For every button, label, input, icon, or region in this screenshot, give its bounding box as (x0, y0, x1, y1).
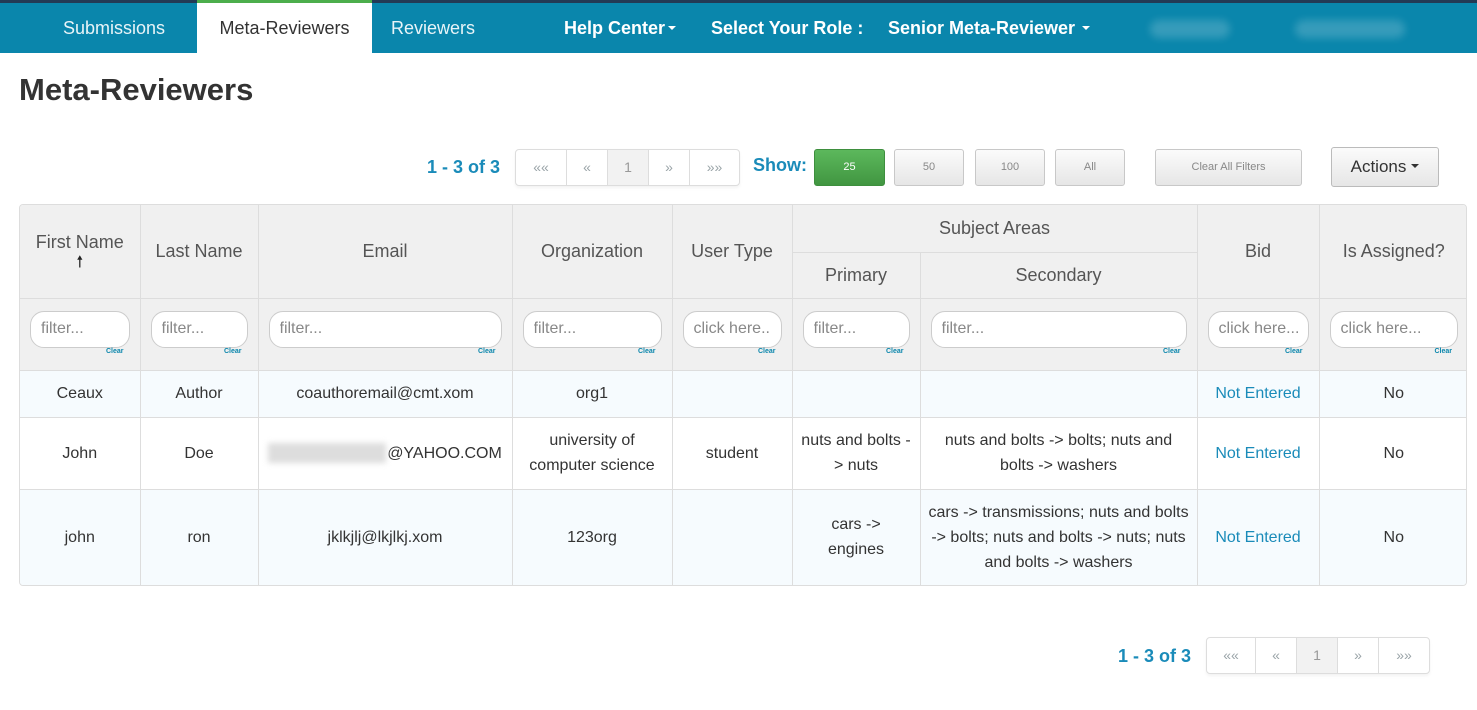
cell-organization: org1 (511, 369, 673, 418)
cell-organization: 123org (511, 488, 673, 585)
sort-ascending-icon: 🠕 (76, 253, 84, 271)
page-1-button[interactable]: 1 (608, 150, 649, 185)
top-navbar: Submissions Meta-Reviewers Reviewers Hel… (0, 0, 1477, 53)
help-center-label: Help Center (564, 18, 666, 38)
cell-primary: nuts and bolts -> nuts (791, 416, 921, 490)
cell-bid: Not Entered (1196, 488, 1320, 585)
page-1-button[interactable]: 1 (1297, 638, 1338, 673)
prev-page-button[interactable]: « (567, 150, 608, 185)
filter-row: Clear Clear Clear Clear Clear Clear Clea… (20, 297, 1466, 371)
cell-secondary: nuts and bolts -> bolts; nuts and bolts … (919, 416, 1198, 490)
actions-label: Actions (1350, 157, 1407, 176)
show-label: Show: (753, 155, 807, 175)
clear-filter-link[interactable]: Clear (1163, 339, 1181, 364)
column-header-bid[interactable]: Bid (1196, 205, 1320, 299)
next-page-button[interactable]: » (1338, 638, 1379, 673)
cell-organization: university of computer science (511, 416, 673, 490)
cell-bid: Not Entered (1196, 369, 1320, 418)
caret-down-icon (1082, 25, 1091, 30)
pagination-bottom: «« « 1 » »» (1206, 637, 1430, 674)
column-header-secondary[interactable]: Secondary (919, 251, 1198, 299)
clear-filter-link[interactable]: Clear (1285, 339, 1303, 364)
page-title: Meta-Reviewers (19, 72, 254, 107)
last-page-button[interactable]: »» (690, 150, 739, 185)
first-page-button[interactable]: «« (516, 150, 567, 185)
cell-first-name: Ceaux (20, 369, 141, 418)
table-row[interactable]: John Doe @YAHOO.COM university of comput… (20, 416, 1466, 490)
redacted-email-part (268, 443, 387, 464)
caret-down-icon (1411, 164, 1420, 169)
next-page-button[interactable]: » (649, 150, 690, 185)
table-row[interactable]: Ceaux Author coauthoremail@cmt.xom org1 … (20, 369, 1466, 418)
cell-secondary: cars -> transmissions; nuts and bolts ->… (919, 488, 1198, 585)
cell-first-name: john (20, 488, 141, 585)
first-page-button[interactable]: «« (1207, 638, 1256, 673)
clear-filter-link[interactable]: Clear (106, 339, 124, 364)
bid-link[interactable]: Not Entered (1215, 445, 1300, 462)
email-filter-input[interactable] (268, 310, 502, 348)
meta-reviewers-table: First Name 🠕 Last Name Email Organizatio… (19, 204, 1467, 586)
clear-filter-link[interactable]: Clear (638, 339, 656, 364)
column-group-subject-areas: Subject Areas (791, 205, 1198, 253)
cell-primary (791, 369, 921, 418)
nav-tab-submissions[interactable]: Submissions (63, 3, 165, 53)
caret-down-icon (668, 25, 677, 30)
page-size-100-button[interactable]: 100 (975, 149, 1045, 186)
cell-is-assigned: No (1318, 488, 1466, 585)
role-label: Select Your Role : (711, 18, 864, 38)
clear-filter-link[interactable]: Clear (478, 339, 496, 364)
nav-tab-reviewers[interactable]: Reviewers (391, 3, 475, 53)
cell-email: @YAHOO.COM (257, 416, 513, 490)
role-value: Senior Meta-Reviewer (888, 18, 1076, 38)
cell-user-type (671, 488, 793, 585)
column-header-is-assigned[interactable]: Is Assigned? (1318, 205, 1466, 299)
cell-is-assigned: No (1318, 369, 1466, 418)
clear-all-filters-button[interactable]: Clear All Filters (1155, 149, 1302, 186)
header-label: First Name (35, 231, 124, 252)
cell-primary: cars -> engines (791, 488, 921, 585)
pagination-top: «« « 1 » »» (515, 149, 740, 186)
cell-email: coauthoremail@cmt.xom (257, 369, 513, 418)
cell-email: jklkjlj@lkjlkj.xom (257, 488, 513, 585)
clear-filter-link[interactable]: Clear (224, 339, 242, 364)
cell-bid: Not Entered (1196, 416, 1320, 490)
table-row[interactable]: john ron jklkjlj@lkjlkj.xom 123org cars … (20, 488, 1466, 585)
clear-filter-link[interactable]: Clear (758, 339, 776, 364)
cell-last-name: Doe (139, 416, 259, 490)
cell-last-name: ron (139, 488, 259, 585)
cell-user-type (671, 369, 793, 418)
bid-link[interactable]: Not Entered (1215, 529, 1300, 546)
nav-tab-meta-reviewers[interactable]: Meta-Reviewers (197, 0, 372, 53)
column-header-last-name[interactable]: Last Name (139, 205, 259, 299)
cell-last-name: Author (139, 369, 259, 418)
redacted-nav-item[interactable] (1150, 20, 1230, 38)
cell-is-assigned: No (1318, 416, 1466, 490)
pager-range-bottom: 1 - 3 of 3 (1118, 646, 1192, 666)
column-header-user-type[interactable]: User Type (671, 205, 793, 299)
column-header-first-name[interactable]: First Name 🠕 (20, 205, 141, 299)
help-center-dropdown[interactable]: Help Center (564, 3, 677, 53)
column-header-email[interactable]: Email (257, 205, 513, 299)
last-page-button[interactable]: »» (1379, 638, 1429, 673)
role-dropdown[interactable]: Senior Meta-Reviewer (888, 3, 1091, 53)
prev-page-button[interactable]: « (1256, 638, 1297, 673)
secondary-filter-input[interactable] (930, 310, 1187, 348)
page-size-25-button[interactable]: 25 (814, 149, 885, 186)
bid-link[interactable]: Not Entered (1215, 385, 1300, 402)
page-size-all-button[interactable]: All (1055, 149, 1125, 186)
cell-secondary (919, 369, 1198, 418)
column-header-primary[interactable]: Primary (792, 251, 921, 299)
pager-range-top: 1 - 3 of 3 (427, 157, 501, 177)
column-header-organization[interactable]: Organization (511, 205, 673, 299)
redacted-nav-item[interactable] (1295, 20, 1405, 38)
email-domain: @YAHOO.COM (387, 444, 502, 462)
clear-filter-link[interactable]: Clear (886, 339, 904, 364)
page-size-50-button[interactable]: 50 (894, 149, 964, 186)
cell-first-name: John (20, 416, 141, 490)
actions-dropdown-button[interactable]: Actions (1331, 147, 1439, 187)
cell-user-type: student (671, 416, 793, 490)
clear-filter-link[interactable]: Clear (1435, 339, 1453, 364)
